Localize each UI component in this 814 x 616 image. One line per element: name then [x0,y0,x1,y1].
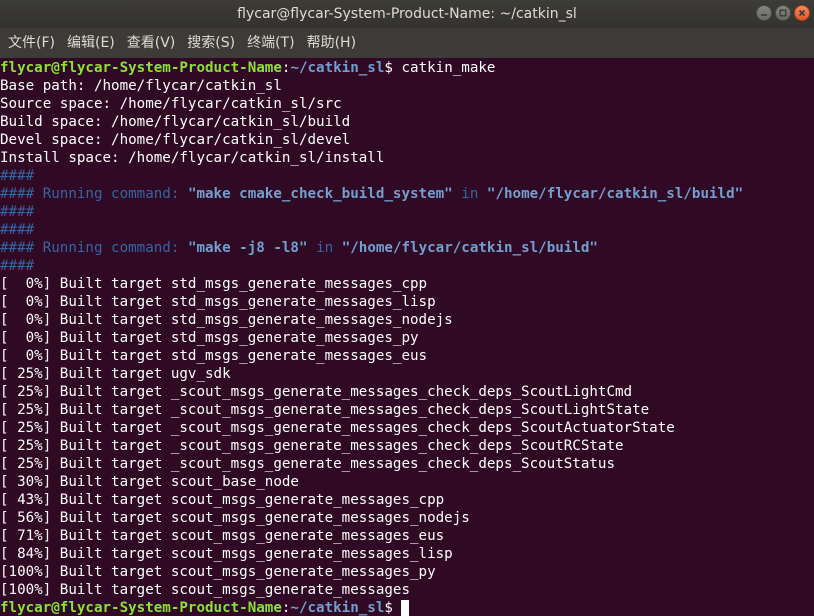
build-line: [ 25%] Built target _scout_msgs_generate… [0,402,650,418]
info-line: Base path: /home/flycar/catkin_sl [0,78,282,94]
prompt-path: ~/catkin_sl [290,600,385,616]
prompt-user-host: flycar@flycar-System-Product-Name [0,60,282,76]
menubar: 文件(F) 编辑(E) 查看(V) 搜索(S) 终端(T) 帮助(H) [0,28,814,58]
menu-search[interactable]: 搜索(S) [181,28,241,58]
prompt-symbol: $ [384,600,402,616]
build-line: [ 25%] Built target _scout_msgs_generate… [0,384,633,400]
minimize-icon [761,14,767,16]
build-line: [ 71%] Built target scout_msgs_generate_… [0,528,445,544]
info-line: Devel space: /home/flycar/catkin_sl/deve… [0,132,351,148]
info-line: Install space: /home/flycar/catkin_sl/in… [0,150,385,166]
running-label: Running command: [42,186,188,202]
prompt-symbol: $ [384,60,402,76]
prompt-line: flycar@flycar-System-Product-Name:~/catk… [0,59,814,77]
command-string: "make cmake_check_build_system" [187,186,453,202]
build-line: [ 0%] Built target std_msgs_generate_mes… [0,312,453,328]
in-label: in [452,186,487,202]
build-line: [ 25%] Built target ugv_sdk [0,366,231,382]
terminal-output[interactable]: flycar@flycar-System-Product-Name:~/catk… [0,58,814,616]
prompt-command: catkin_make [401,60,496,76]
minimize-button[interactable] [756,5,772,21]
build-line: [ 0%] Built target std_msgs_generate_mes… [0,330,419,346]
directory-string: "/home/flycar/catkin_sl/build" [341,240,598,256]
build-line: [ 56%] Built target scout_msgs_generate_… [0,510,470,526]
maximize-icon [779,9,787,17]
window-controls [756,5,810,21]
terminal-cursor [401,600,410,616]
command-string: "make -j8 -l8" [187,240,308,256]
hash-line: #### [0,168,35,184]
running-command-line: #### Running command: "make cmake_check_… [0,185,814,203]
maximize-button[interactable] [775,5,791,21]
build-line: [ 30%] Built target scout_base_node [0,474,299,490]
running-label: Running command: [42,240,188,256]
window-titlebar[interactable]: flycar@flycar-System-Product-Name: ~/cat… [0,0,814,28]
prompt-user-host: flycar@flycar-System-Product-Name [0,600,282,616]
build-line: [ 0%] Built target std_msgs_generate_mes… [0,294,436,310]
info-line: Source space: /home/flycar/catkin_sl/src [0,96,342,112]
hash-line: #### [0,258,35,274]
window-title: flycar@flycar-System-Product-Name: ~/cat… [237,6,577,22]
directory-string: "/home/flycar/catkin_sl/build" [486,186,744,202]
menu-terminal[interactable]: 终端(T) [241,28,300,58]
build-line: [ 25%] Built target _scout_msgs_generate… [0,438,624,454]
menu-edit[interactable]: 编辑(E) [61,28,121,58]
build-line: [ 0%] Built target std_msgs_generate_mes… [0,276,428,292]
build-line: [100%] Built target scout_msgs_generate_… [0,582,410,598]
build-line: [ 25%] Built target _scout_msgs_generate… [0,420,675,436]
hash-line: #### [0,222,35,238]
hash-prefix: #### [0,186,43,202]
menu-file[interactable]: 文件(F) [2,28,61,58]
build-line: [ 84%] Built target scout_msgs_generate_… [0,546,453,562]
prompt-line: flycar@flycar-System-Product-Name:~/catk… [0,599,814,616]
menu-view[interactable]: 查看(V) [121,28,182,58]
running-command-line: #### Running command: "make -j8 -l8" in … [0,239,814,257]
info-line: Build space: /home/flycar/catkin_sl/buil… [0,114,351,130]
close-button[interactable] [794,5,810,21]
close-icon [798,9,806,17]
build-line: [ 43%] Built target scout_msgs_generate_… [0,492,445,508]
hash-line: #### [0,204,35,220]
in-label: in [307,240,342,256]
build-line: [100%] Built target scout_msgs_generate_… [0,564,436,580]
prompt-path: ~/catkin_sl [290,60,385,76]
build-line: [ 0%] Built target std_msgs_generate_mes… [0,348,428,364]
menu-help[interactable]: 帮助(H) [301,28,362,58]
build-line: [ 25%] Built target _scout_msgs_generate… [0,456,615,472]
hash-prefix: #### [0,240,43,256]
